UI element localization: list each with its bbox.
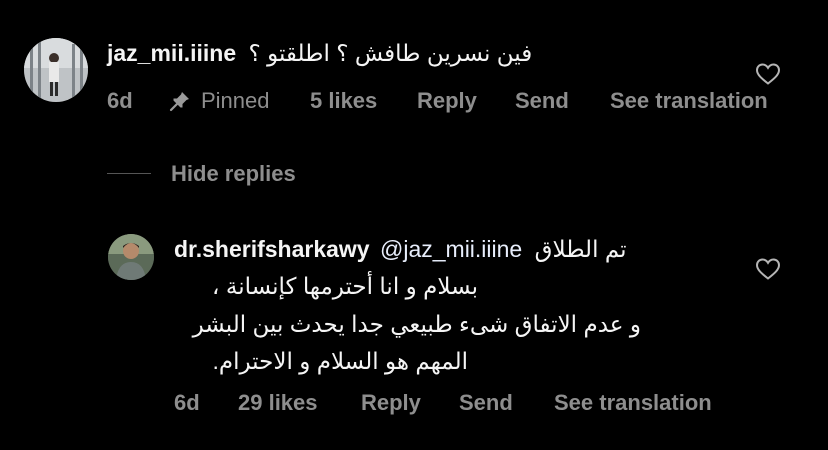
reply-reply-button[interactable]: Reply <box>361 390 421 416</box>
reply-like-heart-icon[interactable] <box>755 257 781 281</box>
reply-username[interactable]: dr.sherifsharkawy <box>174 236 370 262</box>
comment-send-button[interactable]: Send <box>515 88 569 114</box>
reply-avatar[interactable] <box>108 234 154 280</box>
reply-likes-button[interactable]: 29 likes <box>238 390 318 416</box>
reply-time: 6d <box>174 390 200 415</box>
replies-divider <box>107 173 151 174</box>
comment-text: jaz_mii.iiine فين نسرين طافش ؟ اطلقتو ؟ <box>107 38 532 68</box>
comment-pinned: Pinned <box>201 88 270 113</box>
pin-icon <box>169 90 191 118</box>
comment-reply-button[interactable]: Reply <box>417 88 477 114</box>
comment-like-heart-icon[interactable] <box>755 62 781 86</box>
comment-body: فين نسرين طافش ؟ اطلقتو ؟ <box>248 40 533 66</box>
hide-replies-button[interactable]: Hide replies <box>171 161 296 187</box>
reply-text-line-3: و عدم الاتفاق شىء طبيعي جدا يحدث بين الب… <box>192 311 641 337</box>
reply-text-line-1: تم الطلاق <box>534 236 627 262</box>
comment-likes-button[interactable]: 5 likes <box>310 88 377 114</box>
reply-text-line-4: المهم هو السلام و الاحترام. <box>212 348 468 374</box>
reply-text-line-2: بسلام و انا أحترمها كإنسانة ، <box>212 273 478 299</box>
comment-username[interactable]: jaz_mii.iiine <box>107 40 236 66</box>
reply-first-line: dr.sherifsharkawy @jaz_mii.iiine تم الطل… <box>174 234 627 264</box>
commenter-avatar[interactable] <box>24 38 88 102</box>
reply-see-translation-button[interactable]: See translation <box>554 390 712 416</box>
comment-meta-row: 6d Pinned 5 likes Reply Send See transla… <box>107 88 807 114</box>
comment-time: 6d <box>107 88 133 113</box>
reply-mention-link[interactable]: @jaz_mii.iiine <box>380 236 522 262</box>
reply-send-button[interactable]: Send <box>459 390 513 416</box>
comment-see-translation-button[interactable]: See translation <box>610 88 768 114</box>
reply-meta-row: 6d 29 likes Reply Send See translation <box>174 390 794 416</box>
